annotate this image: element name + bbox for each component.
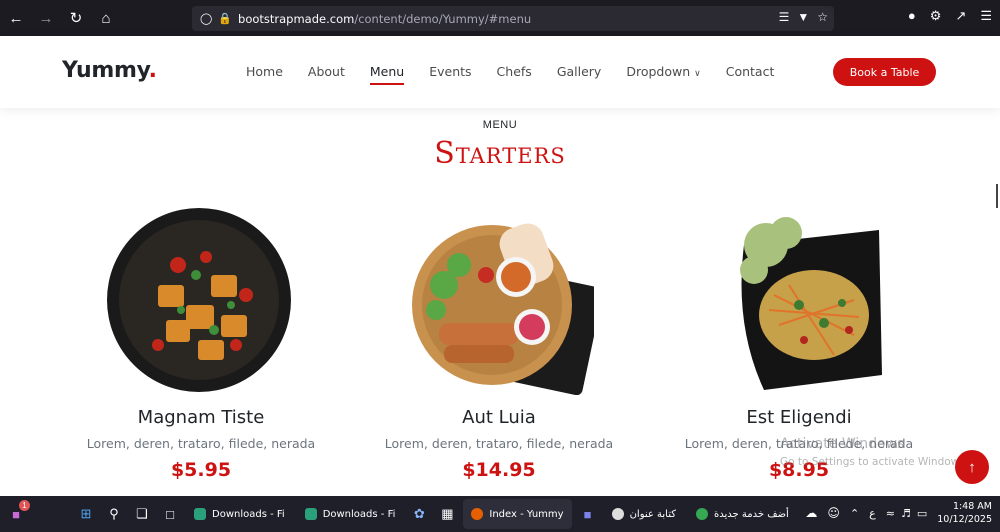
taskbar-app-chrome[interactable]: أضف خدمة جديدة xyxy=(688,499,797,529)
logo[interactable]: Yummy. xyxy=(62,58,157,83)
clock[interactable]: 1:48 AM 10/12/2025 xyxy=(937,500,992,526)
book-table-button[interactable]: Book a Table xyxy=(833,58,936,86)
taskbar-app-label: Downloads - Fi xyxy=(322,508,396,520)
nav-gallery[interactable]: Gallery xyxy=(557,64,602,79)
lock-icon[interactable]: 🔒 xyxy=(218,12,232,25)
dish-image[interactable] xyxy=(106,205,296,395)
dish-name: Aut Luia xyxy=(462,407,536,428)
notification-badge: 1 xyxy=(19,500,30,511)
site-header: Yummy. Home About Menu Events Chefs Gall… xyxy=(0,36,1000,108)
widgets-icon[interactable]: ■ 1 xyxy=(4,500,30,526)
nav-dropdown-label: Dropdown xyxy=(626,64,691,79)
battery-icon[interactable]: ▭ xyxy=(917,507,927,520)
app-menu-icon[interactable]: ☰ xyxy=(980,8,992,24)
account-icon[interactable]: ● xyxy=(908,8,916,24)
dish-ingredients: Lorem, deren, trataro, filede, nerada xyxy=(86,436,316,451)
taskbar-app-firefox[interactable]: Index - Yummy xyxy=(463,499,572,529)
nav-home[interactable]: Home xyxy=(246,64,283,79)
activation-watermark: Activate Windows Go to Settings to activ… xyxy=(780,436,968,468)
back-icon[interactable]: ← xyxy=(2,4,30,32)
taskbar-app-downloads-1[interactable]: Downloads - Fi xyxy=(186,499,293,529)
nav-events[interactable]: Events xyxy=(429,64,471,79)
system-tray: ☁ ☺ ⌃ ع ≈ ♬ ▭ 1:48 AM 10/12/2025 xyxy=(805,500,992,526)
section-label: MENU xyxy=(482,119,518,131)
main-nav: Home About Menu Events Chefs Gallery Dro… xyxy=(246,64,799,85)
taskbar-app-downloads-2[interactable]: Downloads - Fi xyxy=(297,499,404,529)
dish-name: Est Eligendi xyxy=(746,407,852,428)
taskbar-app-label: Downloads - Fi xyxy=(212,508,285,520)
forward-icon[interactable]: → xyxy=(32,4,60,32)
watermark-subtitle: Go to Settings to activate Windows. xyxy=(780,456,969,468)
bookmark-star-icon[interactable]: ☆ xyxy=(817,10,828,24)
teams-icon[interactable]: ■ xyxy=(576,502,600,526)
windows-taskbar: ■ 1 ⊞ ⚲ ❏ □ Downloads - Fi Downloads - F… xyxy=(0,496,1000,532)
share-icon[interactable]: ↗ xyxy=(955,8,966,24)
url-text[interactable]: bootstrapmade.com/content/demo/Yummy/#me… xyxy=(238,12,531,26)
reader-view-icon[interactable]: ☰ xyxy=(779,10,790,24)
nav-about[interactable]: About xyxy=(308,64,345,79)
clock-date: 10/12/2025 xyxy=(937,514,992,525)
expand-tray-icon[interactable]: ⌃ xyxy=(850,507,859,520)
wifi-icon[interactable]: ≈ xyxy=(886,507,895,520)
pocket-icon[interactable]: ▼ xyxy=(797,10,809,24)
taskbar-app-label: Index - Yummy xyxy=(489,508,564,520)
dish-ingredients: Lorem, deren, trataro, filede, nerada xyxy=(384,436,614,451)
task-view-icon[interactable]: ❏ xyxy=(130,502,154,526)
copilot-icon[interactable]: ✿ xyxy=(407,502,431,526)
dish-image[interactable] xyxy=(404,205,604,396)
arrow-up-icon: ↑ xyxy=(968,458,976,476)
chevron-down-icon: ∨ xyxy=(694,69,701,79)
nav-chefs[interactable]: Chefs xyxy=(497,64,532,79)
watermark-title: Activate Windows xyxy=(780,436,905,452)
clock-time: 1:48 AM xyxy=(952,501,992,512)
store-icon[interactable]: ▦ xyxy=(435,502,459,526)
shield-icon[interactable]: ◯ xyxy=(200,12,212,25)
file-icon[interactable]: □ xyxy=(158,502,182,526)
address-bar[interactable]: ◯ 🔒 bootstrapmade.com/content/demo/Yummy… xyxy=(192,6,834,31)
reload-icon[interactable]: ↻ xyxy=(62,4,90,32)
dish-image[interactable] xyxy=(704,205,894,395)
nav-menu[interactable]: Menu xyxy=(369,64,405,85)
dish-name: Magnam Tiste xyxy=(137,407,265,428)
nav-contact[interactable]: Contact xyxy=(726,64,775,79)
nav-dropdown[interactable]: Dropdown ∨ xyxy=(626,64,700,79)
language-indicator[interactable]: ع xyxy=(869,507,876,520)
weather-icon[interactable]: ☁ xyxy=(805,506,817,520)
menu-item: Aut Luia Lorem, deren, trataro, filede, … xyxy=(359,205,639,481)
home-icon[interactable]: ⌂ xyxy=(92,4,120,32)
chat-icon[interactable]: ☺ xyxy=(827,506,840,520)
menu-item: Magnam Tiste Lorem, deren, trataro, file… xyxy=(61,205,341,481)
extensions-icon[interactable]: ⚙ xyxy=(930,8,942,24)
start-icon[interactable]: ⊞ xyxy=(74,502,98,526)
dish-price: $5.95 xyxy=(170,459,232,481)
search-icon[interactable]: ⚲ xyxy=(102,502,126,526)
volume-icon[interactable]: ♬ xyxy=(901,507,911,520)
taskbar-app-label: أضف خدمة جديدة xyxy=(714,508,789,520)
section-title: Starters xyxy=(434,136,566,171)
taskbar-app-label: كتابة عنوان xyxy=(629,508,676,520)
browser-toolbar: ← → ↻ ⌂ ◯ 🔒 bootstrapmade.com/content/de… xyxy=(0,0,1000,36)
scroll-top-button[interactable]: ↑ xyxy=(955,450,989,484)
taskbar-app-chatgpt[interactable]: كتابة عنوان xyxy=(604,499,684,529)
page-scrollbar[interactable] xyxy=(996,184,998,208)
dish-price: $14.95 xyxy=(462,459,536,481)
